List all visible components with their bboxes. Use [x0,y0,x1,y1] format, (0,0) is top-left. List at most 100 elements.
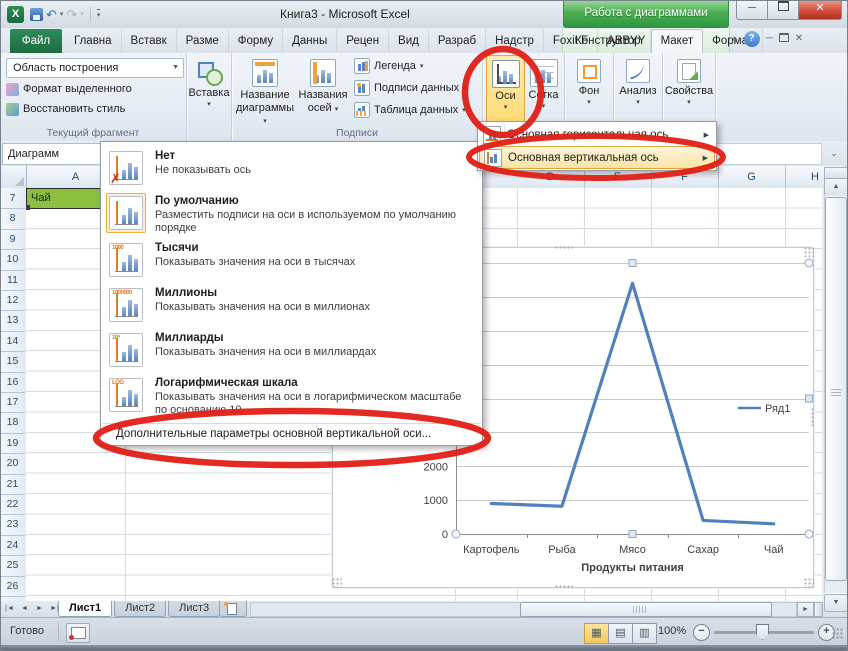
legend-button[interactable]: Легенда▾ [354,57,423,75]
maximize-button[interactable] [768,0,799,20]
zoom-slider-thumb[interactable] [756,624,769,640]
sheet-tab-Лист3[interactable]: Лист3 [168,601,220,617]
row-header-14[interactable]: 14 [0,331,25,352]
row-header-19[interactable]: 19 [0,433,25,454]
ribbon-tab-Макет[interactable]: Макет [651,29,704,54]
macro-record-icon[interactable] [66,623,90,643]
axes-menu-item[interactable]: 1000000МиллионыПоказывать значения на ос… [101,283,482,328]
page-break-view-button[interactable]: ▥ [632,623,657,644]
format-selection-button[interactable]: Формат выделенного [6,80,132,98]
undo-dropdown-icon[interactable]: ▾ [60,10,64,18]
ribbon-tab-Конструктор[interactable]: Конструктор [566,29,651,53]
axes-menu-item[interactable]: LOGЛогарифмическая шкалаПоказывать значе… [101,373,482,420]
submenu-item[interactable]: Основная горизонтальная ось▶ [479,123,715,146]
svg-text:Мясо: Мясо [619,544,646,556]
row-header-20[interactable]: 20 [0,453,25,474]
data-labels-button[interactable]: Подписи данных▾ [354,79,467,97]
row-header-7[interactable]: 7 [0,188,25,209]
row-header-9[interactable]: 9 [0,229,25,250]
formula-bar-expand-icon[interactable]: ⌄ [824,144,844,163]
row-header-23[interactable]: 23 [0,514,25,535]
save-icon[interactable] [30,8,43,21]
reset-style-button[interactable]: Восстановить стиль [6,100,125,118]
scroll-right-icon[interactable]: ► [797,602,814,617]
normal-view-button[interactable]: ▦ [584,623,609,644]
more-axis-options-item[interactable]: Дополнительные параметры основной вертик… [101,424,482,445]
chart-title-button[interactable]: Название диаграммы ▾ [236,55,294,133]
close-button[interactable]: ✕ [799,0,842,20]
row-header-18[interactable]: 18 [0,412,25,433]
submenu-item[interactable]: Основная вертикальная ось▶ [479,146,715,169]
axes-menu-item[interactable]: 1000ТысячиПоказывать значения на оси в т… [101,238,482,283]
ribbon-tab-Разме[interactable]: Разме [177,29,229,53]
data-table-button[interactable]: Таблица данных▾ [354,101,466,119]
ribbon-tab-Разраб[interactable]: Разраб [429,29,486,53]
vertical-scrollbar[interactable]: ▲ ▼ [824,167,846,611]
row-headers[interactable]: 789101112131415161718192021222324252627 [0,188,27,601]
axes-menu-item[interactable]: 10⁹МиллиардыПоказывать значения на оси в… [101,328,482,373]
chart-elements-dropdown[interactable]: Область построения ▼ [6,58,184,78]
insert-worksheet-tab[interactable] [219,601,247,617]
data-labels-icon [354,80,370,96]
row-header-8[interactable]: 8 [0,208,25,229]
row-header-24[interactable]: 24 [0,535,25,556]
ribbon-tab-Рецен[interactable]: Рецен [337,29,389,53]
resize-grip[interactable] [832,628,844,640]
page-layout-view-button[interactable]: ▤ [608,623,633,644]
row-header-21[interactable]: 21 [0,474,25,495]
row-header-11[interactable]: 11 [0,270,25,291]
zoom-level[interactable]: 100% [658,625,686,637]
chart-frame-grip[interactable] [555,585,573,589]
file-tab[interactable]: Файл [10,29,62,53]
horizontal-scroll-thumb[interactable] [520,602,772,617]
row-header-22[interactable]: 22 [0,494,25,515]
ribbon-tab-Вставк[interactable]: Вставк [122,29,177,53]
row-header-16[interactable]: 16 [0,372,25,393]
tab-split-handle[interactable] [814,602,823,617]
sheet-tab-Лист1[interactable]: Лист1 [58,601,112,617]
axis-option-icon: LOG [109,378,143,412]
chart-frame-corner-grip[interactable] [804,247,814,257]
axis-titles-button[interactable]: Названия осей ▾ [296,55,350,133]
svg-text:Сахар: Сахар [687,544,719,556]
sheet-tab-Лист2[interactable]: Лист2 [114,601,166,617]
scroll-thumb[interactable] [825,197,847,581]
chevron-down-icon: ▾ [487,103,524,111]
axes-menu-item[interactable]: ✗НетНе показывать ось [101,146,482,191]
scroll-down-icon[interactable]: ▼ [824,594,848,612]
help-icon[interactable]: ? [744,31,760,47]
reset-style-icon [6,103,19,116]
qat-customize-icon[interactable]: ▾ [97,9,101,19]
workbook-restore-icon[interactable] [779,33,789,45]
row-header-17[interactable]: 17 [0,392,25,413]
ribbon-tab-Форму[interactable]: Форму [229,29,283,53]
row-header-26[interactable]: 26 [0,576,25,597]
undo-icon[interactable]: ↶ [46,8,57,21]
row-header-15[interactable]: 15 [0,351,25,372]
scroll-up-icon[interactable]: ▲ [824,178,848,196]
collapse-ribbon-icon[interactable]: ∧ [731,34,738,45]
column-header-G[interactable]: G [718,166,786,188]
workbook-minimize-icon[interactable]: ─ [766,32,773,46]
row-header-10[interactable]: 10 [0,249,25,270]
ribbon-tab-Вид[interactable]: Вид [389,29,429,53]
chart-frame-grip[interactable] [555,246,573,250]
minimize-button[interactable]: ─ [736,0,768,20]
chart-frame-corner-grip[interactable] [332,578,342,588]
ribbon-tab-Данны[interactable]: Данны [283,29,337,53]
axes-menu-item[interactable]: По умолчаниюРазместить подписи на оси в … [101,191,482,238]
zoom-out-button[interactable]: − [693,624,710,641]
next-sheet-icon[interactable]: ► [33,602,46,615]
row-header-25[interactable]: 25 [0,555,25,576]
workbook-close-icon[interactable]: ✕ [795,32,803,46]
row-header-12[interactable]: 12 [0,290,25,311]
chart-frame-grip[interactable] [811,408,815,426]
insert-button[interactable]: Вставка ▾ [187,55,231,133]
ribbon-tab-Главна[interactable]: Главна [65,29,122,53]
select-all-corner[interactable] [0,166,27,189]
prev-sheet-icon[interactable]: ◄ [18,602,31,615]
first-sheet-icon[interactable]: |◄ [3,602,16,615]
row-header-13[interactable]: 13 [0,310,25,331]
chart-frame-corner-grip[interactable] [804,578,814,588]
ribbon-tab-Надстр[interactable]: Надстр [486,29,544,53]
